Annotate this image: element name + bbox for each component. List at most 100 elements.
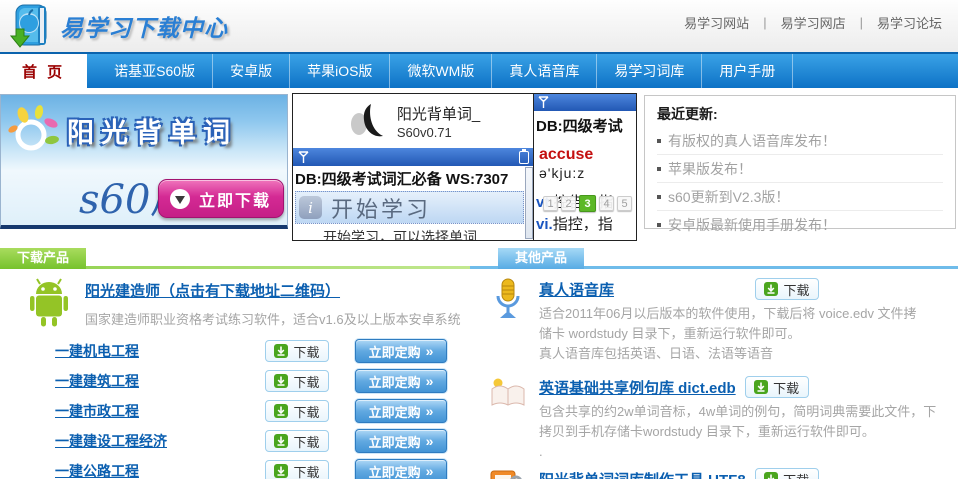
other-product-body: 阳光背单词词库制作工具 UTF8 下载 — [539, 468, 819, 479]
chevron-right-icon: » — [426, 403, 434, 419]
nav-tab-nokia-s60[interactable]: 诺基亚S60版 — [97, 54, 213, 88]
nav-tab-manual[interactable]: 用户手册 — [702, 54, 793, 88]
featured-product: 阳光建造师（点击有下载地址二维码） 国家建造师职业资格考试练习软件，适合v1.6… — [26, 278, 470, 328]
download-button[interactable]: 下载 — [265, 460, 329, 479]
other-product-link[interactable]: 真人语音库 — [539, 279, 614, 300]
download-button-label: 下载 — [293, 402, 319, 421]
content-area: 下载产品 阳光建造师（点击有下载地址二维码） 国家建造师 — [0, 248, 958, 479]
download-button-label: 下载 — [293, 462, 319, 479]
pager-dot-2[interactable]: 2 — [561, 196, 576, 211]
download-button[interactable]: 下载 — [265, 370, 329, 392]
other-product-description: 包含共享的约2w单词音标，4w单词的例句，简明词典需要此文件，下 拷贝到手机存储… — [539, 402, 936, 462]
update-item[interactable]: 苹果版发布！ — [657, 155, 943, 183]
featured-product-texts: 阳光建造师（点击有下载地址二维码） 国家建造师职业资格考试练习软件，适合v1.6… — [85, 278, 461, 328]
other-product-link[interactable]: 阳光背单词词库制作工具 UTF8 — [539, 469, 746, 479]
menu-item-selected[interactable]: i 开始学习 — [295, 191, 524, 224]
dictionary-tool-icon — [488, 468, 528, 479]
description-line: 适合2011年06月以后版本的软件使用，下载后将 voice.edv 文件拷 — [539, 304, 917, 324]
other-product: 英语基础共享例句库 dict.edb 下载 包含共享的约2w单词音标，4w单词的… — [488, 376, 958, 462]
other-products-tab[interactable]: 其他产品 — [498, 248, 584, 269]
nav-tab-ios[interactable]: 苹果iOS版 — [290, 54, 390, 88]
download-arrow-icon — [274, 464, 288, 478]
other-product: 真人语音库 下载 适合2011年06月以后版本的软件使用，下载后将 voice.… — [488, 278, 958, 364]
description-line: . — [539, 442, 936, 462]
download-arrow-icon — [274, 374, 288, 388]
other-product: 阳光背单词词库制作工具 UTF8 下载 — [488, 468, 958, 479]
nav-tab-word-library[interactable]: 易学习词库 — [597, 54, 702, 88]
update-item-text: 苹果版发布！ — [668, 159, 752, 179]
update-item[interactable]: 安卓版最新使用手册发布！ — [657, 211, 943, 239]
bullet-icon — [657, 139, 661, 143]
featured-product-link[interactable]: 阳光建造师（点击有下载地址二维码） — [85, 280, 340, 301]
app-logo-icon — [347, 100, 387, 142]
download-row: 一建建筑工程 下载 立即定购 » — [0, 366, 470, 396]
site-logo[interactable]: 易学习下载中心 — [8, 2, 228, 50]
download-row: 一建建设工程经济 下载 立即定购 » — [0, 426, 470, 456]
download-button[interactable]: 下载 — [265, 400, 329, 422]
download-arrow-icon — [274, 404, 288, 418]
order-now-button[interactable]: 立即定购 » — [355, 339, 447, 363]
banner-download-button[interactable]: 立即下载 — [158, 179, 284, 218]
site-title: 易学习下载中心 — [60, 9, 228, 43]
download-arrow-icon — [170, 189, 190, 209]
bullet-icon — [657, 195, 661, 199]
dictionary-status-line-2: DB:四级考试 — [534, 111, 636, 138]
slideshow-pagination: 1 2 3 4 5 — [543, 195, 632, 212]
dictionary-status-line: DB:四级考试词汇必备 WS:7307 — [293, 166, 534, 190]
product-link[interactable]: 一建公路工程 — [55, 461, 265, 479]
download-row: 一建机电工程 下载 立即定购 » — [0, 336, 470, 366]
order-now-button[interactable]: 立即定购 » — [355, 429, 447, 453]
signal-antenna-icon — [538, 96, 549, 109]
phone-status-bar — [293, 148, 534, 166]
update-item[interactable]: s60更新到V2.3版！ — [657, 183, 943, 211]
download-button[interactable]: 下载 — [265, 430, 329, 452]
top-link-forum[interactable]: 易学习论坛 — [877, 13, 942, 32]
pager-dot-4[interactable]: 4 — [599, 196, 614, 211]
nav-tab-voice-library[interactable]: 真人语音库 — [492, 54, 597, 88]
description-line: 真人语音库包括英语、日语、法语等语音 — [539, 344, 917, 364]
download-button[interactable]: 下载 — [755, 468, 819, 479]
sun-logo-icon — [5, 103, 61, 159]
product-link[interactable]: 一建建筑工程 — [55, 371, 265, 391]
other-product-description: 适合2011年06月以后版本的软件使用，下载后将 voice.edv 文件拷 储… — [539, 304, 917, 364]
other-product-link[interactable]: 英语基础共享例句库 dict.edb — [539, 377, 736, 398]
download-button[interactable]: 下载 — [755, 278, 819, 300]
chevron-right-icon: » — [426, 463, 434, 479]
download-button[interactable]: 下载 — [745, 376, 809, 398]
update-item-text: 有版权的真人语音库发布！ — [668, 131, 836, 151]
bullet-icon — [657, 223, 661, 227]
scrollbar[interactable] — [525, 167, 533, 239]
nav-tab-home[interactable]: 首 页 — [0, 54, 87, 88]
page: 易学习下载中心 易学习网站 | 易学习网店 | 易学习论坛 首 页 诺基亚S60… — [0, 0, 958, 479]
open-book-idea-icon — [488, 376, 528, 410]
download-arrow-icon — [274, 344, 288, 358]
product-link[interactable]: 一建机电工程 — [55, 341, 265, 361]
nav-tab-wm[interactable]: 微软WM版 — [390, 54, 492, 88]
download-button-label: 下载 — [783, 470, 809, 479]
promo-banner[interactable]: 阳光背单词 s60版 立即下载 — [0, 94, 288, 229]
top-link-website[interactable]: 易学习网站 — [684, 13, 749, 32]
order-now-button[interactable]: 立即定购 » — [355, 459, 447, 479]
pager-dot-1[interactable]: 1 — [543, 196, 558, 211]
phonetic-transcription: ə'kju:z — [534, 164, 636, 181]
pager-dot-5[interactable]: 5 — [617, 196, 632, 211]
download-products-tab[interactable]: 下载产品 — [0, 248, 86, 269]
product-link[interactable]: 一建市政工程 — [55, 401, 265, 421]
download-button-label: 下载 — [293, 432, 319, 451]
menu-item-label: 开始学习 — [331, 192, 431, 224]
top-link-store[interactable]: 易学习网店 — [781, 13, 846, 32]
download-button[interactable]: 下载 — [265, 340, 329, 362]
nav-tab-android[interactable]: 安卓版 — [213, 54, 290, 88]
order-now-button[interactable]: 立即定购 » — [355, 399, 447, 423]
download-arrow-icon — [764, 282, 778, 296]
product-link[interactable]: 一建建设工程经济 — [55, 431, 265, 451]
update-item[interactable]: 有版权的真人语音库发布！ — [657, 127, 943, 155]
menu-item-description: 开始学习，可以选择单词 — [293, 224, 534, 241]
other-product-body: 英语基础共享例句库 dict.edb 下载 包含共享的约2w单词音标，4w单词的… — [539, 376, 936, 462]
download-button-label: 下载 — [293, 342, 319, 361]
vocabulary-word: accuse — [534, 138, 636, 164]
order-now-button[interactable]: 立即定购 » — [355, 369, 447, 393]
android-robot-icon — [26, 278, 72, 328]
pager-dot-3-active[interactable]: 3 — [579, 195, 596, 212]
bullet-icon — [657, 167, 661, 171]
